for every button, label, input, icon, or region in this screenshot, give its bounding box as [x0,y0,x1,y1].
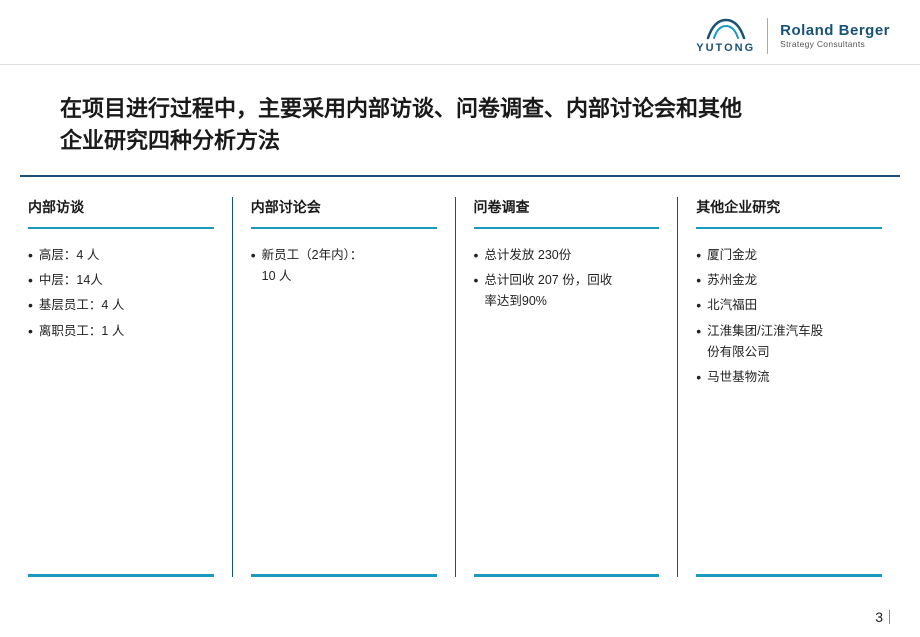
column-enterprise-research: 其他企业研究 厦门金龙 苏州金龙 北汽福田 江淮集团/江淮汽车股份有限公司 马世… [678,197,900,577]
column-internal-interview: 内部访谈 高层：4 人 中层：14人 基层员工：4 人 离职员工：1 人 [20,197,233,577]
list-item: 高层：4 人 [28,245,214,266]
list-item: 基层员工：4 人 [28,295,214,316]
col-bottom-accent [474,574,660,577]
list-item: 北汽福田 [696,295,882,316]
bullet-list-enterprise: 厦门金龙 苏州金龙 北汽福田 江淮集团/江淮汽车股份有限公司 马世基物流 [696,245,882,389]
list-item: 马世基物流 [696,367,882,388]
list-item: 厦门金龙 [696,245,882,266]
col-bottom-accent [251,574,437,577]
rb-brand-subtitle: Strategy Consultants [780,39,865,49]
footer: 3 [875,609,890,625]
page-number: 3 [875,609,883,625]
list-item: 离职员工：1 人 [28,321,214,342]
main-title: 在项目进行过程中，主要采用内部访谈、问卷调查、内部讨论会和其他 企业研究四种分析… [60,93,860,157]
list-item: 新员工（2年内）：10 人 [251,245,437,288]
list-item: 中层：14人 [28,270,214,291]
list-item: 苏州金龙 [696,270,882,291]
yutong-arc-icon [704,18,748,40]
logo-divider [767,18,768,54]
list-item: 总计发放 230份 [474,245,660,266]
title-section: 在项目进行过程中，主要采用内部访谈、问卷调查、内部讨论会和其他 企业研究四种分析… [20,65,900,177]
col-header-enterprise-research: 其他企业研究 [696,197,882,229]
rb-brand-name: Roland Berger [780,23,890,40]
title-line1: 在项目进行过程中，主要采用内部访谈、问卷调查、内部讨论会和其他 [60,96,742,121]
footer-divider [889,610,890,624]
col-header-internal-discussion: 内部讨论会 [251,197,437,229]
col-bottom-accent [696,574,882,577]
list-item: 总计回收 207 份，回收率达到90% [474,270,660,313]
yutong-brand-text: YUTONG [696,42,755,54]
header: YUTONG Roland Berger Strategy Consultant… [0,0,920,65]
yutong-logo: YUTONG [696,18,755,54]
col-body-questionnaire: 总计发放 230份 总计回收 207 份，回收率达到90% [474,245,660,574]
column-questionnaire: 问卷调查 总计发放 230份 总计回收 207 份，回收率达到90% [456,197,679,577]
bullet-list-interview: 高层：4 人 中层：14人 基层员工：4 人 离职员工：1 人 [28,245,214,342]
title-line2: 企业研究四种分析方法 [60,128,280,153]
roland-berger-logo: Roland Berger Strategy Consultants [780,23,890,50]
col-header-questionnaire: 问卷调查 [474,197,660,229]
col-body-enterprise-research: 厦门金龙 苏州金龙 北汽福田 江淮集团/江淮汽车股份有限公司 马世基物流 [696,245,882,574]
bullet-list-discussion: 新员工（2年内）：10 人 [251,245,437,288]
column-internal-discussion: 内部讨论会 新员工（2年内）：10 人 [233,197,456,577]
list-item: 江淮集团/江淮汽车股份有限公司 [696,321,882,364]
col-body-internal-discussion: 新员工（2年内）：10 人 [251,245,437,574]
bullet-list-questionnaire: 总计发放 230份 总计回收 207 份，回收率达到90% [474,245,660,313]
col-bottom-accent [28,574,214,577]
col-header-internal-interview: 内部访谈 [28,197,214,229]
logo-area: YUTONG Roland Berger Strategy Consultant… [696,18,890,54]
content-area: 内部访谈 高层：4 人 中层：14人 基层员工：4 人 离职员工：1 人 内部讨… [0,197,920,577]
col-body-internal-interview: 高层：4 人 中层：14人 基层员工：4 人 离职员工：1 人 [28,245,214,574]
